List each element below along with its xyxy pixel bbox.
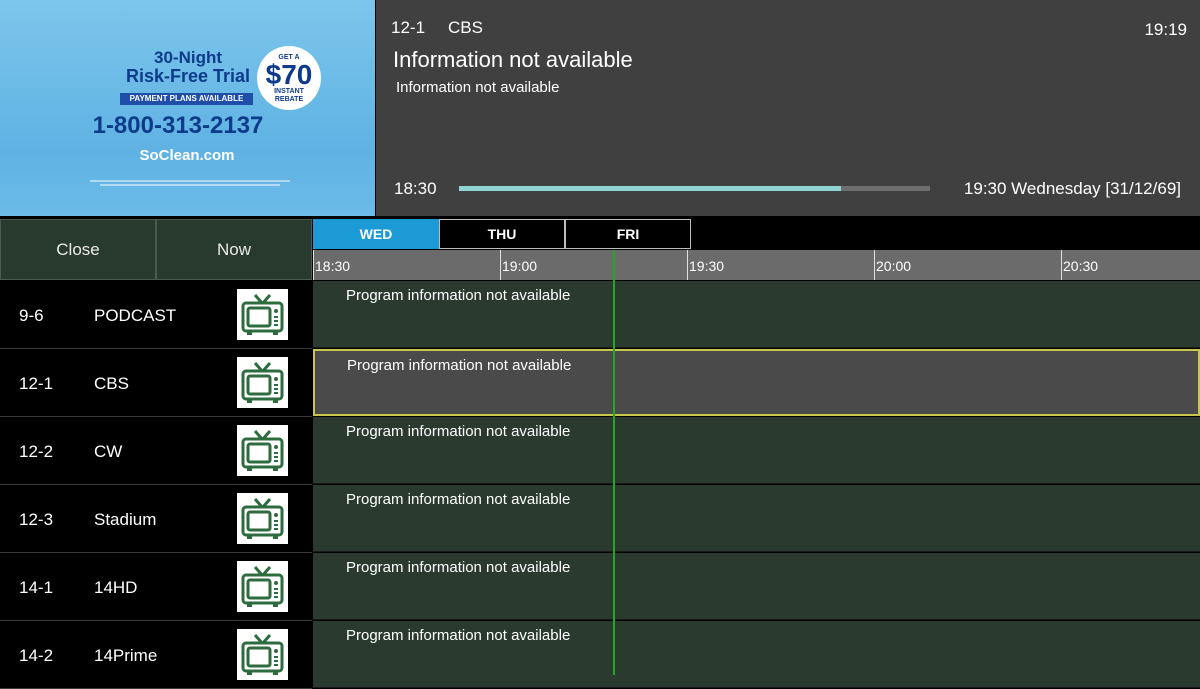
clock: 19:19 <box>1144 20 1187 39</box>
tab-wed[interactable]: WED <box>313 219 439 249</box>
info-channel-number: 12-1 <box>391 18 426 37</box>
channel-cell[interactable]: 12-2 CW <box>0 417 312 485</box>
program-title: Program information not available <box>346 559 571 576</box>
channel-name: Stadium <box>94 510 157 529</box>
channel-cell[interactable]: 14-2 14Prime <box>0 621 312 689</box>
channel-number: 12-2 <box>19 442 54 461</box>
program-info-panel: 12-1 CBS 19:19 Information not available… <box>376 0 1200 216</box>
ad-badge-amount: $70 <box>265 59 313 90</box>
time-tick: 18:30 <box>313 250 350 280</box>
program-cell[interactable]: Program information not available <box>313 281 1200 348</box>
video-preview: 30-Night Risk-Free Trial GET A $70 INSTA… <box>0 0 375 216</box>
channel-row[interactable]: 9-6 PODCAST Program information not availa… <box>0 281 1200 349</box>
channel-row[interactable]: 14-1 14HD Program information not availabl… <box>0 553 1200 621</box>
channel-number: 9-6 <box>19 306 44 325</box>
ad-line-1: 30-Night <box>154 48 222 67</box>
ad-plans: PAYMENT PLANS AVAILABLE <box>120 93 253 105</box>
current-time-line <box>613 250 615 675</box>
time-ruler: 18:30 19:00 19:30 20:00 20:30 <box>313 250 1200 280</box>
tab-fri[interactable]: FRI <box>565 219 691 249</box>
program-title: Program information not available <box>346 287 571 304</box>
tv-icon <box>237 493 288 544</box>
tv-icon <box>237 357 288 408</box>
program-title: Program information not available <box>346 423 571 440</box>
info-end-time: 19:30 Wednesday [31/12/69] <box>963 179 1181 198</box>
program-progress-bar <box>459 186 930 191</box>
channel-cell[interactable]: 12-3 Stadium <box>0 485 312 553</box>
now-button[interactable]: Now <box>156 219 312 280</box>
program-title: Program information not available <box>346 491 571 508</box>
program-cell[interactable]: Program information not available <box>313 417 1200 484</box>
channel-name: PODCAST <box>94 306 177 325</box>
channel-number: 14-1 <box>19 578 54 597</box>
tv-icon <box>237 561 288 612</box>
ad-phone: 1-800-313-2137 <box>92 112 264 139</box>
program-cell[interactable]: Program information not available <box>313 349 1200 416</box>
channel-row[interactable]: 12-1 CBS Program information not available <box>0 349 1200 417</box>
program-cell[interactable]: Program information not available <box>313 621 1200 688</box>
close-button[interactable]: Close <box>0 219 156 280</box>
channel-number: 14-2 <box>19 646 54 665</box>
program-cell[interactable]: Program information not available <box>313 553 1200 620</box>
channel-cell[interactable]: 12-1 CBS <box>0 349 312 417</box>
ad-badge-bottom2: REBATE <box>274 96 304 103</box>
channel-name: 14HD <box>94 578 138 597</box>
channel-row[interactable]: 12-2 CW Program information not available <box>0 417 1200 485</box>
info-program-title: Information not available <box>393 47 633 72</box>
channel-row[interactable]: 14-2 14Prime Program information not avail… <box>0 621 1200 689</box>
tv-icon <box>237 289 288 340</box>
time-tick: 19:30 <box>687 250 724 280</box>
channel-name: CW <box>94 442 123 461</box>
channel-name: CBS <box>94 374 129 393</box>
channel-row[interactable]: 12-3 Stadium Program information not avail… <box>0 485 1200 553</box>
program-title: Program information not available <box>347 357 572 374</box>
channel-cell[interactable]: 9-6 PODCAST <box>0 281 312 349</box>
ad-site: SoClean.com <box>139 147 235 164</box>
channel-number: 12-1 <box>19 374 54 393</box>
program-title: Program information not available <box>346 627 571 644</box>
program-cell[interactable]: Program information not available <box>313 485 1200 552</box>
tv-icon <box>237 425 288 476</box>
ad-line-2: Risk-Free Trial <box>125 66 251 86</box>
ad-fine-print <box>80 178 300 190</box>
ad-rebate-badge: GET A $70 INSTANT REBATE <box>257 46 321 110</box>
info-channel-name: CBS <box>448 18 483 37</box>
info-start-time: 18:30 <box>394 179 437 198</box>
progress-fill <box>459 186 841 191</box>
channel-number: 12-3 <box>19 510 54 529</box>
tab-thu[interactable]: THU <box>439 219 565 249</box>
channel-name: 14Prime <box>94 646 158 665</box>
tv-icon <box>237 629 288 680</box>
info-program-description: Information not available <box>396 79 560 96</box>
time-tick: 20:00 <box>874 250 911 280</box>
time-tick: 19:00 <box>500 250 537 280</box>
channel-cell[interactable]: 14-1 14HD <box>0 553 312 621</box>
time-tick: 20:30 <box>1061 250 1098 280</box>
